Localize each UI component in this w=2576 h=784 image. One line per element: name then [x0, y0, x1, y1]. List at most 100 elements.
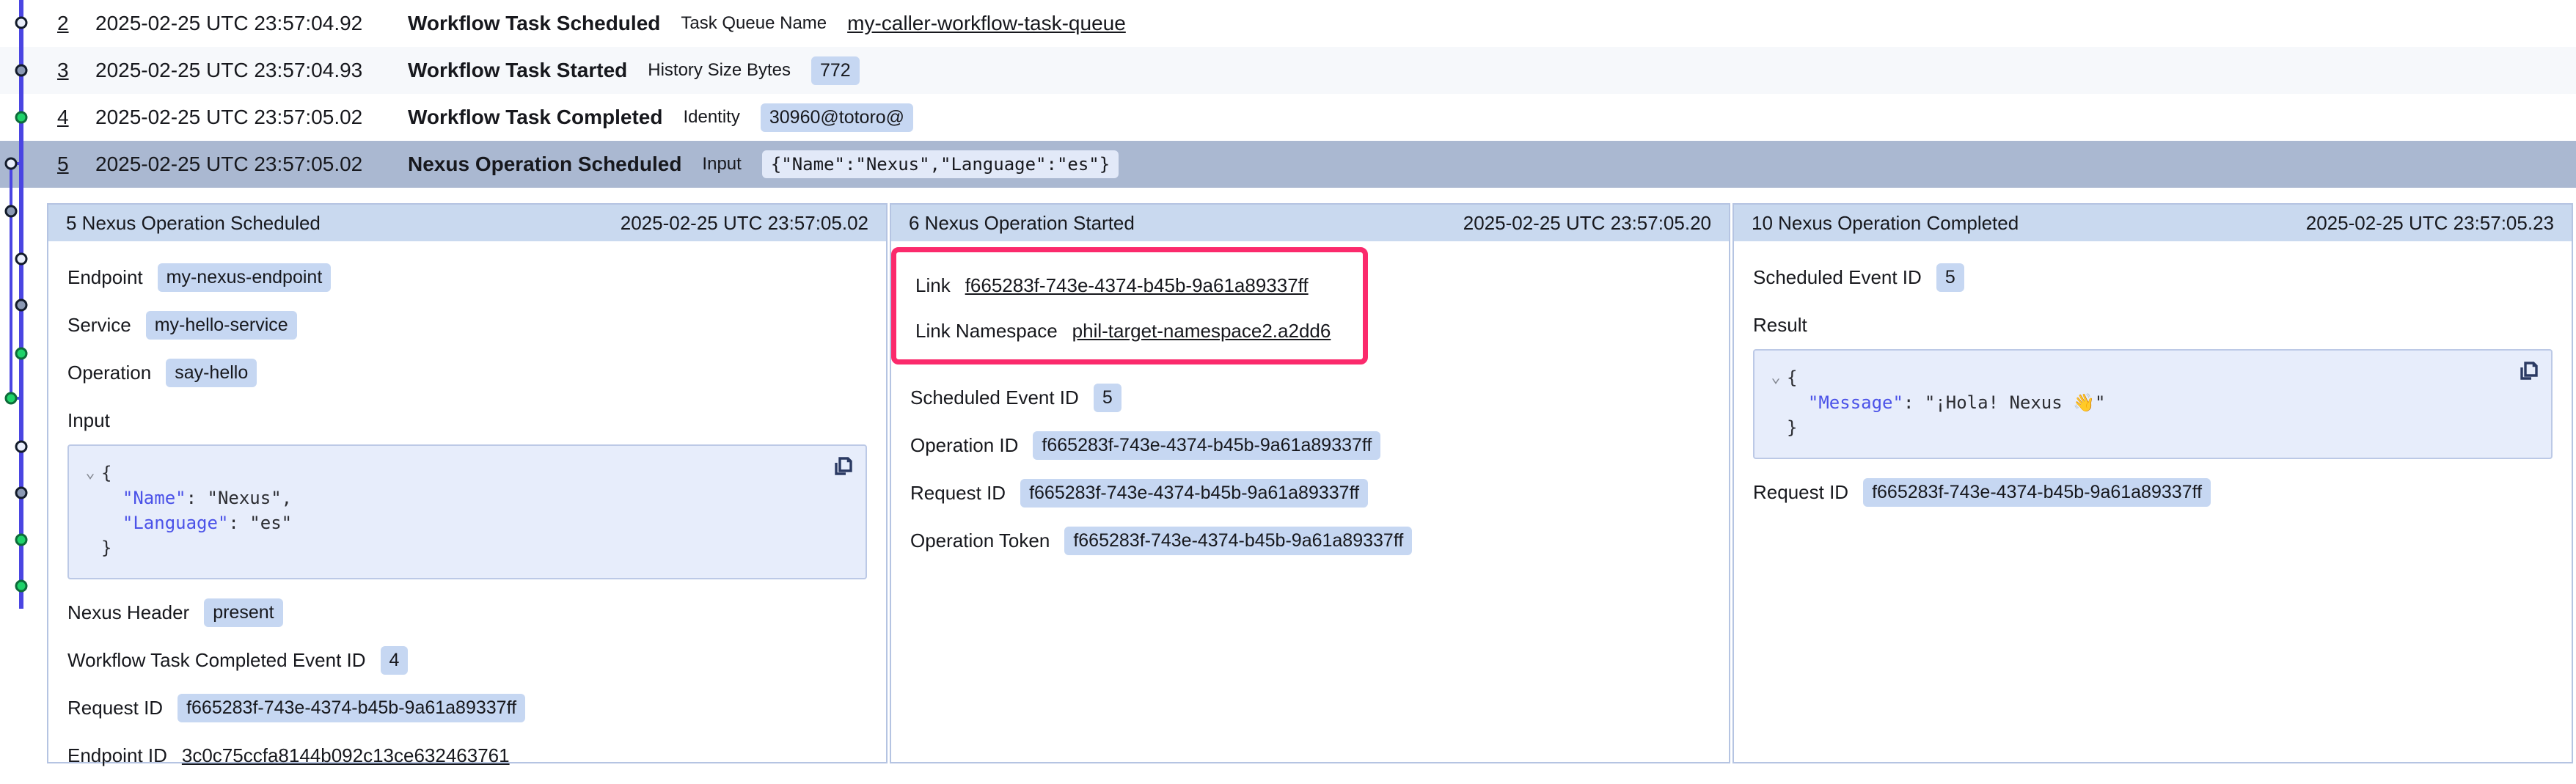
- code-text: "Language": "es": [101, 510, 292, 535]
- field-label: Request ID: [67, 697, 163, 719]
- operation-id-badge: f665283f-743e-4374-b45b-9a61a89337ff: [1033, 431, 1380, 460]
- chevron-down-icon[interactable]: ⌄: [79, 461, 101, 486]
- event-row-5[interactable]: 5 2025-02-25 UTC 23:57:05.02 Nexus Operati…: [0, 141, 2576, 188]
- field-scheduled-event-id: Scheduled Event ID5: [1753, 263, 2553, 292]
- event-id-link[interactable]: 3: [57, 59, 75, 82]
- event-detail-panels: 5 Nexus Operation Scheduled 2025-02-25 UT…: [47, 203, 2573, 763]
- event-attr-value-link[interactable]: my-caller-workflow-task-queue: [847, 12, 1126, 35]
- event-attr-label: Input: [702, 154, 741, 175]
- field-workflow-task-completed-event-id: Workflow Task Completed Event ID 4: [67, 646, 867, 675]
- event-name: Workflow Task Scheduled: [408, 12, 660, 35]
- field-nexus-header: Nexus Headerpresent: [67, 598, 867, 627]
- field-label: Operation: [67, 362, 151, 384]
- event-name: Nexus Operation Scheduled: [408, 153, 681, 176]
- code-line: ⌄}: [79, 535, 851, 560]
- field-result: Result: [1753, 311, 2553, 339]
- code-text: {: [1787, 365, 1797, 390]
- event-attr-label: History Size Bytes: [648, 60, 791, 81]
- field-label: Scheduled Event ID: [910, 386, 1079, 409]
- panel-title: 5 Nexus Operation Scheduled: [66, 212, 321, 235]
- copy-icon[interactable]: [830, 455, 855, 480]
- workflow-task-completed-event-id-badge: 4: [381, 646, 409, 675]
- event-timestamp: 2025-02-25 UTC 23:57:04.92: [95, 12, 387, 35]
- event-attr-label: Identity: [683, 107, 739, 128]
- code-line: ⌄ "Message": "¡Hola! Nexus 👋": [1765, 390, 2536, 415]
- field-label: Endpoint ID: [67, 744, 167, 767]
- event-timestamp: 2025-02-25 UTC 23:57:04.93: [95, 59, 387, 82]
- field-input: Input: [67, 406, 867, 434]
- field-label: Request ID: [910, 482, 1006, 505]
- panel-body: Linkf665283f-743e-4374-b45b-9a61a89337ff…: [891, 241, 1729, 762]
- field-link-namespace: Link Namespace phil-target-namespace2.a2d…: [915, 317, 1331, 345]
- event-id-link[interactable]: 5: [57, 153, 75, 176]
- operation-token-badge: f665283f-743e-4374-b45b-9a61a89337ff: [1064, 527, 1412, 555]
- code-field-input: Input ⌄{⌄ "Name": "Nexus",⌄ "Language": "…: [67, 406, 867, 579]
- timeline-event-dot-gray: [16, 488, 26, 498]
- panel-title: 6 Nexus Operation Started: [909, 212, 1135, 235]
- field-label: Service: [67, 314, 131, 337]
- timeline-event-dot-green: [6, 393, 16, 403]
- scheduled-event-id-badge: 5: [1094, 384, 1121, 412]
- endpoint-badge: my-nexus-endpoint: [158, 263, 332, 292]
- field-operation-token: Operation Token f665283f-743e-4374-b45b-9…: [910, 527, 1710, 555]
- code-line: ⌄ "Language": "es": [79, 510, 851, 535]
- field-label: Operation Token: [910, 530, 1050, 552]
- event-name: Workflow Task Completed: [408, 106, 662, 129]
- code-line: ⌄{: [79, 461, 851, 486]
- code-line: ⌄ "Name": "Nexus",: [79, 486, 851, 510]
- endpoint-id-link[interactable]: 3c0c75ccfa8144b092c13ce632463761: [182, 744, 510, 767]
- link-namespace-link[interactable]: phil-target-namespace2.a2dd6: [1072, 320, 1331, 342]
- field-label: Workflow Task Completed Event ID: [67, 649, 366, 672]
- json-value: : "Nexus",: [186, 488, 293, 508]
- field-label: Endpoint: [67, 266, 143, 289]
- event-attr-value-badge: 772: [811, 56, 860, 85]
- event-timestamp: 2025-02-25 UTC 23:57:05.02: [95, 106, 387, 129]
- event-id-link[interactable]: 2: [57, 12, 75, 35]
- panel-title: 10 Nexus Operation Completed: [1752, 212, 2019, 235]
- field-endpoint-id: Endpoint ID 3c0c75ccfa8144b092c13ce632463…: [67, 741, 867, 769]
- panel-header: 6 Nexus Operation Started 2025-02-25 UTC …: [891, 205, 1729, 241]
- json-value: : "¡Hola! Nexus 👋": [1903, 392, 2106, 413]
- field-label: Nexus Header: [67, 601, 189, 624]
- panel-timestamp: 2025-02-25 UTC 23:57:05.20: [1463, 212, 1711, 235]
- field-request-id: Request ID f665283f-743e-4374-b45b-9a61a8…: [910, 479, 1710, 508]
- panel-header: 10 Nexus Operation Completed 2025-02-25 U…: [1734, 205, 2572, 241]
- panel-timestamp: 2025-02-25 UTC 23:57:05.23: [2306, 212, 2554, 235]
- event-row-list: 2 2025-02-25 UTC 23:57:04.92 Workflow Task…: [0, 0, 2576, 188]
- field-label: Operation ID: [910, 434, 1018, 457]
- chevron-down-icon[interactable]: ⌄: [1765, 365, 1787, 390]
- event-row-4[interactable]: 4 2025-02-25 UTC 23:57:05.02 Workflow Task…: [0, 94, 2576, 141]
- link-highlight-box: Linkf665283f-743e-4374-b45b-9a61a89337ff…: [891, 247, 1368, 364]
- timeline-event-dot-green: [16, 112, 26, 122]
- copy-icon[interactable]: [2516, 359, 2541, 384]
- timeline-event-dot-green: [16, 348, 26, 359]
- code-text: "Name": "Nexus",: [101, 486, 292, 510]
- panel-header: 5 Nexus Operation Scheduled2025-02-25 UT…: [48, 205, 886, 241]
- panel-body: Scheduled Event ID5 Result ⌄{⌄ "Message": …: [1734, 241, 2572, 762]
- field-scheduled-event-id: Scheduled Event ID 5: [910, 384, 1710, 412]
- scheduled-event-id-badge: 5: [1936, 263, 1964, 292]
- event-detail-panel-1: 5 Nexus Operation Scheduled2025-02-25 UT…: [47, 203, 888, 763]
- link-link[interactable]: f665283f-743e-4374-b45b-9a61a89337ff: [965, 274, 1309, 297]
- operation-badge: say-hello: [166, 359, 257, 387]
- field-endpoint: Endpoint my-nexus-endpoint: [67, 263, 867, 292]
- field-label: Link Namespace: [915, 320, 1058, 342]
- event-id-link[interactable]: 4: [57, 106, 75, 129]
- event-timestamp: 2025-02-25 UTC 23:57:05.02: [95, 153, 387, 176]
- json-value: : "es": [228, 513, 292, 533]
- timeline-graphic: [0, 0, 44, 773]
- event-attr-value-badge: {"Name":"Nexus","Language":"es"}: [762, 150, 1119, 178]
- timeline-event-dot-gray: [6, 206, 16, 216]
- request-id-badge: f665283f-743e-4374-b45b-9a61a89337ff: [1020, 479, 1368, 508]
- field-label-input: Input: [67, 409, 110, 432]
- field-link: Linkf665283f-743e-4374-b45b-9a61a89337ff: [915, 271, 1331, 299]
- field-operation: Operation say-hello: [67, 359, 867, 387]
- event-row-2[interactable]: 2 2025-02-25 UTC 23:57:04.92 Workflow Task…: [0, 0, 2576, 47]
- timeline-event-dot-white: [6, 158, 16, 169]
- service-badge: my-hello-service: [146, 311, 297, 340]
- field-label: Request ID: [1753, 481, 1848, 504]
- field-label-result: Result: [1753, 314, 1807, 337]
- panel-body: Endpoint my-nexus-endpoint Service my-hello…: [48, 241, 886, 784]
- event-timeline: [0, 0, 44, 773]
- event-row-3[interactable]: 32025-02-25 UTC 23:57:04.93Workflow Task…: [0, 47, 2576, 94]
